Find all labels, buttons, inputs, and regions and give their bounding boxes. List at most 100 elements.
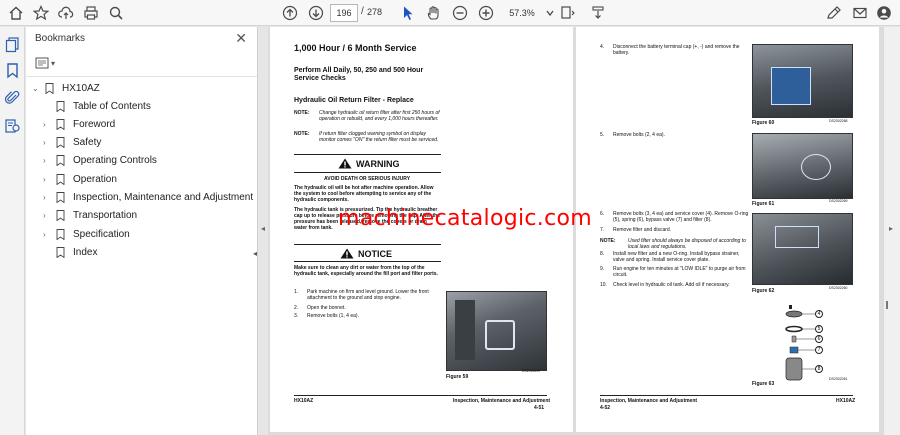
scroll-mode-icon[interactable] <box>588 3 608 23</box>
vertical-scrollbar[interactable]: ▸ <box>883 27 900 435</box>
step-number: 10. <box>600 282 607 288</box>
bookmark-item[interactable]: › Specification <box>43 226 130 242</box>
page-fit-icon[interactable] <box>558 3 578 23</box>
chevron-down-icon[interactable]: ⌄ <box>32 84 42 93</box>
bookmark-item[interactable]: › Inspection, Maintenance and Adjustment <box>43 190 253 206</box>
note-text: Used filter should always be disposed of… <box>628 238 746 250</box>
next-page-icon[interactable] <box>306 3 326 23</box>
divider <box>294 244 441 245</box>
bookmark-item[interactable]: › Operating Controls <box>43 153 157 169</box>
bookmark-icon <box>56 246 65 258</box>
step-text: Check level in hydraulic oil tank. Add o… <box>613 282 730 288</box>
figure-label: Figure 63 <box>752 381 775 387</box>
attachments-icon[interactable] <box>4 89 21 106</box>
bookmark-icon <box>56 100 65 112</box>
previous-page-icon[interactable] <box>280 3 300 23</box>
page-total: 278 <box>367 7 383 17</box>
figure-63-diagram: 4 5 6 7 8 <box>781 304 851 382</box>
warning-text: The hydraulic oil will be hot after mach… <box>294 185 434 203</box>
step-text: Run engine for ten minutes at "LOW IDLE"… <box>613 266 746 278</box>
step-number: 1. <box>294 289 299 295</box>
warning-title: WARNING <box>356 158 400 169</box>
step-text: Remove bolts (1, 4 ea). <box>307 313 359 319</box>
step-text: Remove bolts (3, 4 ea) and service cover… <box>613 211 749 223</box>
panel-title: Bookmarks <box>35 33 86 44</box>
bookmark-label: Transportation <box>73 210 138 222</box>
document-view[interactable]: 1,000 Hour / 6 Month Service Perform All… <box>268 27 883 435</box>
step-number: 4. <box>600 44 605 50</box>
section-heading: Hydraulic Oil Return Filter - Replace <box>294 97 414 104</box>
pages-thumbnail-icon[interactable] <box>4 36 21 53</box>
chevron-right-icon[interactable]: › <box>43 230 53 239</box>
mail-icon[interactable] <box>850 3 870 23</box>
bookmark-options-button[interactable]: ▾ <box>35 55 55 71</box>
chevron-right-icon[interactable]: › <box>43 175 53 184</box>
account-icon[interactable] <box>874 3 894 23</box>
step-number: 6. <box>600 211 605 217</box>
warning-triangle-icon <box>338 158 352 169</box>
zoom-in-icon[interactable] <box>476 3 496 23</box>
upload-cloud-icon[interactable] <box>56 3 76 23</box>
bookmark-item[interactable]: Index <box>43 244 97 260</box>
bookmark-item[interactable]: Table of Contents <box>43 98 151 114</box>
notice-text: Make sure to clean any dirt or water fro… <box>294 265 438 277</box>
step-text: Disconnect the battery terminal cap (+, … <box>613 44 740 56</box>
bookmark-label: Table of Contents <box>73 100 151 112</box>
page-separator: / <box>361 6 364 17</box>
bookmark-root[interactable]: ⌄ HX10AZ <box>32 80 100 96</box>
hand-tool-icon[interactable] <box>424 3 444 23</box>
bookmark-item[interactable]: › Transportation <box>43 208 137 224</box>
step-number: 8. <box>600 251 605 257</box>
footer-section: Inspection, Maintenance and Adjustment <box>600 398 698 404</box>
select-cursor-icon[interactable] <box>398 3 418 23</box>
bookmark-label: HX10AZ <box>62 82 100 94</box>
zoom-out-icon[interactable] <box>450 3 470 23</box>
bookmark-label: Foreword <box>73 118 116 130</box>
bookmark-icon <box>56 173 65 185</box>
bookmark-icon <box>56 210 65 222</box>
print-icon[interactable] <box>81 3 101 23</box>
step-text: Open the bonnet. <box>307 305 346 311</box>
close-icon[interactable]: ✕ <box>235 30 247 47</box>
step-number: 7. <box>600 227 605 233</box>
bookmark-item[interactable]: › Operation <box>43 171 117 187</box>
divider <box>26 76 257 77</box>
bookmark-item[interactable]: › Safety <box>43 135 101 151</box>
search-icon[interactable] <box>106 3 126 23</box>
bookmark-star-icon[interactable] <box>31 3 51 23</box>
chevron-right-icon[interactable]: › <box>43 138 53 147</box>
chevron-right-icon[interactable]: › <box>43 120 53 129</box>
bookmark-icon <box>56 228 65 240</box>
chevron-right-icon[interactable]: › <box>43 193 53 202</box>
zoom-dropdown-icon[interactable] <box>540 3 560 23</box>
note-label: NOTE: <box>600 238 616 244</box>
figure-code: DS2302267 <box>522 369 541 373</box>
zoom-level[interactable]: 57.3% <box>503 4 541 22</box>
chevron-right-icon[interactable]: › <box>43 156 53 165</box>
section-subtitle: Perform All Daily, 50, 250 and 500 Hour … <box>294 67 424 82</box>
signatures-icon[interactable] <box>4 117 21 134</box>
right-arrow-icon[interactable]: ▸ <box>889 224 893 233</box>
scroll-thumb[interactable] <box>886 301 888 309</box>
comment-pen-icon[interactable] <box>824 3 844 23</box>
callout-number: 4 <box>815 310 823 318</box>
step-text: Park machine on firm and level ground. L… <box>307 289 429 301</box>
bookmark-label: Index <box>73 246 98 258</box>
divider <box>294 172 441 173</box>
figure-label: Figure 61 <box>752 201 775 207</box>
panel-collapse-icon[interactable]: ◂ <box>253 249 257 258</box>
step-number: 5. <box>600 132 605 138</box>
chevron-right-icon[interactable]: › <box>43 211 53 220</box>
footer-rule <box>600 395 853 396</box>
home-icon[interactable] <box>6 3 26 23</box>
callout-number: 8 <box>815 365 823 373</box>
page-number-input[interactable]: 196 <box>330 4 358 22</box>
bookmarks-panel-icon[interactable] <box>4 62 21 79</box>
bookmark-item[interactable]: › Foreword <box>43 116 115 132</box>
bookmark-icon <box>56 155 65 167</box>
divider <box>294 261 441 262</box>
figure-label: Figure 62 <box>752 288 775 294</box>
notice-title: NOTICE <box>358 248 393 259</box>
left-arrow-icon[interactable]: ◂ <box>261 224 265 233</box>
step-number: 9. <box>600 266 605 272</box>
